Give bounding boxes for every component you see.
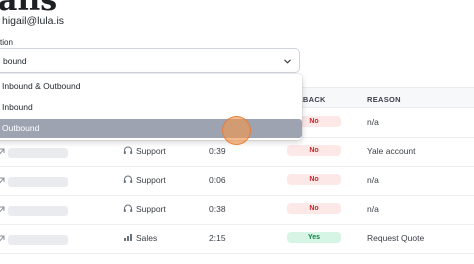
callback-badge: No <box>287 145 341 156</box>
call-direction-icon <box>0 177 5 184</box>
table-row[interactable]: Support 0:06 No n/a <box>0 167 474 196</box>
caller-name-redacted <box>8 206 68 216</box>
caller-name-redacted <box>8 235 68 245</box>
team-label: Support <box>136 175 166 185</box>
option-inbound-outbound[interactable]: Inbound & Outbound <box>0 77 302 96</box>
caller-name-redacted <box>8 177 68 187</box>
team-cell: Sales <box>123 233 157 243</box>
reason-cell: n/a <box>367 204 379 214</box>
headset-icon <box>123 146 133 154</box>
team-label: Support <box>136 204 166 214</box>
table-row[interactable]: Sales 2:15 Yes Request Quote <box>0 225 474 254</box>
column-header-reason[interactable]: REASON <box>367 95 401 104</box>
duration-cell: 2:15 <box>209 233 226 243</box>
reason-cell: n/a <box>367 175 379 185</box>
duration-cell: 0:38 <box>209 204 226 214</box>
headset-icon <box>123 204 133 212</box>
table-row[interactable]: Support 0:38 No n/a <box>0 196 474 225</box>
callback-badge: Yes <box>287 232 341 243</box>
team-cell: Support <box>123 204 166 214</box>
cursor-click-indicator <box>222 116 251 145</box>
team-cell: Support <box>123 175 166 185</box>
direction-filter-label: tion <box>0 38 13 47</box>
direction-select[interactable]: bound <box>0 48 300 73</box>
call-direction-icon <box>0 206 5 213</box>
reason-cell: n/a <box>367 117 379 127</box>
duration-cell: 0:06 <box>209 175 226 185</box>
caller-name-redacted <box>8 148 68 158</box>
call-direction-icon <box>0 148 5 155</box>
direction-select-value: bound <box>3 56 27 66</box>
chevron-down-icon <box>284 59 291 64</box>
team-label: Support <box>136 146 166 156</box>
user-email: higail@lula.is <box>2 15 65 27</box>
column-header-callback[interactable]: LBACK <box>298 95 326 104</box>
option-outbound[interactable]: Outbound <box>0 119 302 138</box>
sales-chart-icon <box>124 234 132 241</box>
reason-cell: Yale account <box>367 146 416 156</box>
team-cell: Support <box>123 146 166 156</box>
headset-icon <box>123 175 133 183</box>
team-label: Sales <box>136 233 158 243</box>
duration-cell: 0:39 <box>209 146 226 156</box>
direction-dropdown-menu: Inbound & Outbound Inbound Outbound <box>0 74 302 140</box>
callback-badge: No <box>287 174 341 185</box>
reason-cell: Request Quote <box>367 233 425 243</box>
option-inbound[interactable]: Inbound <box>0 98 302 117</box>
call-direction-icon <box>0 235 5 242</box>
callback-badge: No <box>287 203 341 214</box>
